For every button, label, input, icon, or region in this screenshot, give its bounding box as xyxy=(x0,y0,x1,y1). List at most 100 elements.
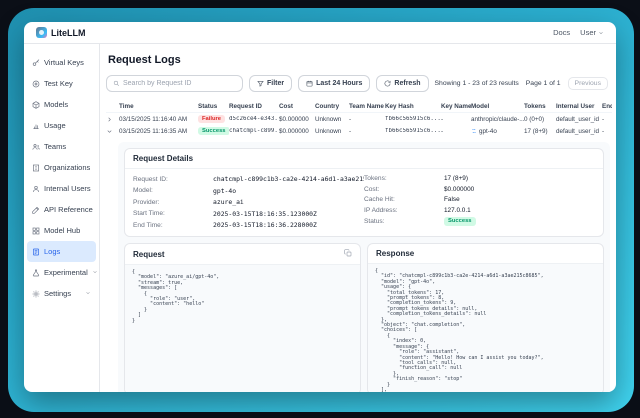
logs-icon xyxy=(32,248,40,256)
results-summary: Showing 1 - 23 of 23 results xyxy=(435,80,519,87)
cell-country: Unknown xyxy=(315,116,349,123)
col-end-user: End User xyxy=(602,103,612,110)
teams-icon xyxy=(32,143,40,151)
field-label: Tokens: xyxy=(364,175,444,182)
time-range-label: Last 24 Hours xyxy=(316,80,362,87)
organizations-icon xyxy=(32,164,40,172)
search-input[interactable] xyxy=(123,80,236,87)
field-label: Status: xyxy=(364,218,444,225)
sidebar-item-usage[interactable]: Usage xyxy=(27,115,96,136)
pen-icon xyxy=(32,206,40,214)
filter-button-label: Filter xyxy=(267,80,284,87)
chevron-down-icon xyxy=(106,128,113,135)
field-value-start-time: 2025-03-15T18:16:35.123000Z xyxy=(213,210,317,218)
calendar-icon xyxy=(306,80,313,87)
cell-cost: $0.000000 xyxy=(279,116,315,123)
request-details-card: Request Details Request ID:chatcmpl-c899… xyxy=(124,148,604,237)
sidebar-item-label: Test Key xyxy=(44,79,73,88)
desktop-background: LiteLLM Docs User Virtual Keys Test Ke xyxy=(0,0,640,418)
test-key-icon xyxy=(32,80,40,88)
field-label: Model: xyxy=(133,187,213,194)
filter-button[interactable]: Filter xyxy=(249,75,292,92)
col-internal-user: Internal User xyxy=(556,103,602,110)
grid-icon xyxy=(32,227,40,235)
sidebar-item-label: Experimental xyxy=(44,268,88,277)
flask-icon xyxy=(32,269,40,277)
chevron-down-icon xyxy=(85,289,91,298)
sidebar-item-organizations[interactable]: Organizations xyxy=(27,157,96,178)
cell-model: gpt-4o xyxy=(471,128,524,135)
col-team-name: Team Name xyxy=(349,103,385,110)
sidebar-item-label: Internal Users xyxy=(44,184,91,193)
sidebar-item-models[interactable]: Models xyxy=(27,94,96,115)
cell-cost: $0.000000 xyxy=(279,128,315,135)
col-country: Country xyxy=(315,103,349,110)
model-name: gpt-4o xyxy=(479,128,497,135)
col-tokens: Tokens xyxy=(524,103,556,110)
user-menu[interactable]: User xyxy=(580,28,604,37)
request-panel-title: Request xyxy=(133,250,165,259)
request-json-block: { "model": "azure_ai/gpt-4o", "stream": … xyxy=(125,264,360,392)
sidebar-item-internal-users[interactable]: Internal Users xyxy=(27,178,96,199)
field-value-cost: $0.000000 xyxy=(444,186,474,193)
search-request-id-box[interactable] xyxy=(106,75,243,92)
expand-row-button[interactable] xyxy=(106,116,119,123)
previous-page-button[interactable]: Previous xyxy=(568,77,608,90)
copy-icon[interactable] xyxy=(344,249,352,259)
brand: LiteLLM xyxy=(36,27,86,38)
docs-link[interactable]: Docs xyxy=(553,28,570,37)
gear-icon xyxy=(32,290,40,298)
sidebar-item-label: Model Hub xyxy=(44,226,80,235)
refresh-button[interactable]: Refresh xyxy=(376,75,428,92)
cell-key-hash: fb66c565915c6... xyxy=(385,116,441,122)
response-json: { "id": "chatcmpl-c899c1b3-ca2e-4214-a6d… xyxy=(375,269,596,392)
refresh-button-label: Refresh xyxy=(394,80,420,87)
request-panel: Request { "model": "azure_ai/gpt-4o", "s… xyxy=(124,243,361,392)
response-panel: Response { "id": "chatcmpl-c899c1b3-ca2e… xyxy=(367,243,604,392)
time-range-button[interactable]: Last 24 Hours xyxy=(298,75,370,92)
sidebar-item-api-reference[interactable]: API Reference xyxy=(27,199,96,220)
search-icon xyxy=(113,80,120,87)
table-row[interactable]: 03/15/2025 11:16:40 AM Failure d5c26ce4-… xyxy=(106,113,612,125)
request-logs-table: Time Status Request ID Cost Country Team… xyxy=(106,100,612,137)
litellm-app-window: LiteLLM Docs User Virtual Keys Test Ke xyxy=(24,22,616,392)
collapse-row-button[interactable] xyxy=(106,128,119,135)
page-title: Request Logs xyxy=(108,54,612,66)
col-model: Model xyxy=(471,103,524,110)
sidebar-item-virtual-keys[interactable]: Virtual Keys xyxy=(27,52,96,73)
field-value-model: gpt-4o xyxy=(213,187,236,195)
cell-end-user: - xyxy=(602,116,612,123)
cell-key-name: - xyxy=(441,116,471,123)
litellm-logo-icon xyxy=(36,27,47,38)
sidebar-item-logs[interactable]: Logs xyxy=(27,241,96,262)
key-icon xyxy=(32,59,40,67)
usage-chart-icon xyxy=(32,122,40,130)
sidebar-item-model-hub[interactable]: Model Hub xyxy=(27,220,96,241)
sidebar-item-experimental[interactable]: Experimental xyxy=(27,262,96,283)
refresh-icon xyxy=(384,80,391,87)
main-content: Request Logs Filter Last 24 Hours xyxy=(100,44,616,392)
table-row-expanded[interactable]: 03/15/2025 11:16:35 AM Success chatcmpl-… xyxy=(106,125,612,137)
sidebar-item-settings[interactable]: Settings xyxy=(27,283,96,304)
cell-key-name: - xyxy=(441,128,471,135)
field-label: End Time: xyxy=(133,222,213,229)
sidebar-item-label: Teams xyxy=(44,142,66,151)
models-icon xyxy=(32,101,40,109)
filter-icon xyxy=(257,80,264,87)
sidebar-item-label: API Reference xyxy=(44,205,93,214)
sidebar-item-test-key[interactable]: Test Key xyxy=(27,73,96,94)
logs-toolbar: Filter Last 24 Hours Refresh Showing 1 -… xyxy=(106,75,612,92)
col-time: Time xyxy=(119,103,198,110)
cell-tokens: 0 (0+0) xyxy=(524,116,556,123)
col-cost: Cost xyxy=(279,103,315,110)
field-value-ip-address: 127.0.0.1 xyxy=(444,207,471,214)
sidebar-item-label: Logs xyxy=(44,247,60,256)
sidebar-item-teams[interactable]: Teams xyxy=(27,136,96,157)
cell-time: 03/15/2025 11:16:35 AM xyxy=(119,128,198,135)
col-status: Status xyxy=(198,103,229,110)
chevron-right-icon xyxy=(106,116,113,123)
request-json: { "model": "azure_ai/gpt-4o", "stream": … xyxy=(132,270,353,324)
chevron-down-icon xyxy=(598,30,604,36)
field-value-tokens: 17 (8+9) xyxy=(444,175,468,182)
cell-model: anthropic/claude-... xyxy=(471,116,524,123)
